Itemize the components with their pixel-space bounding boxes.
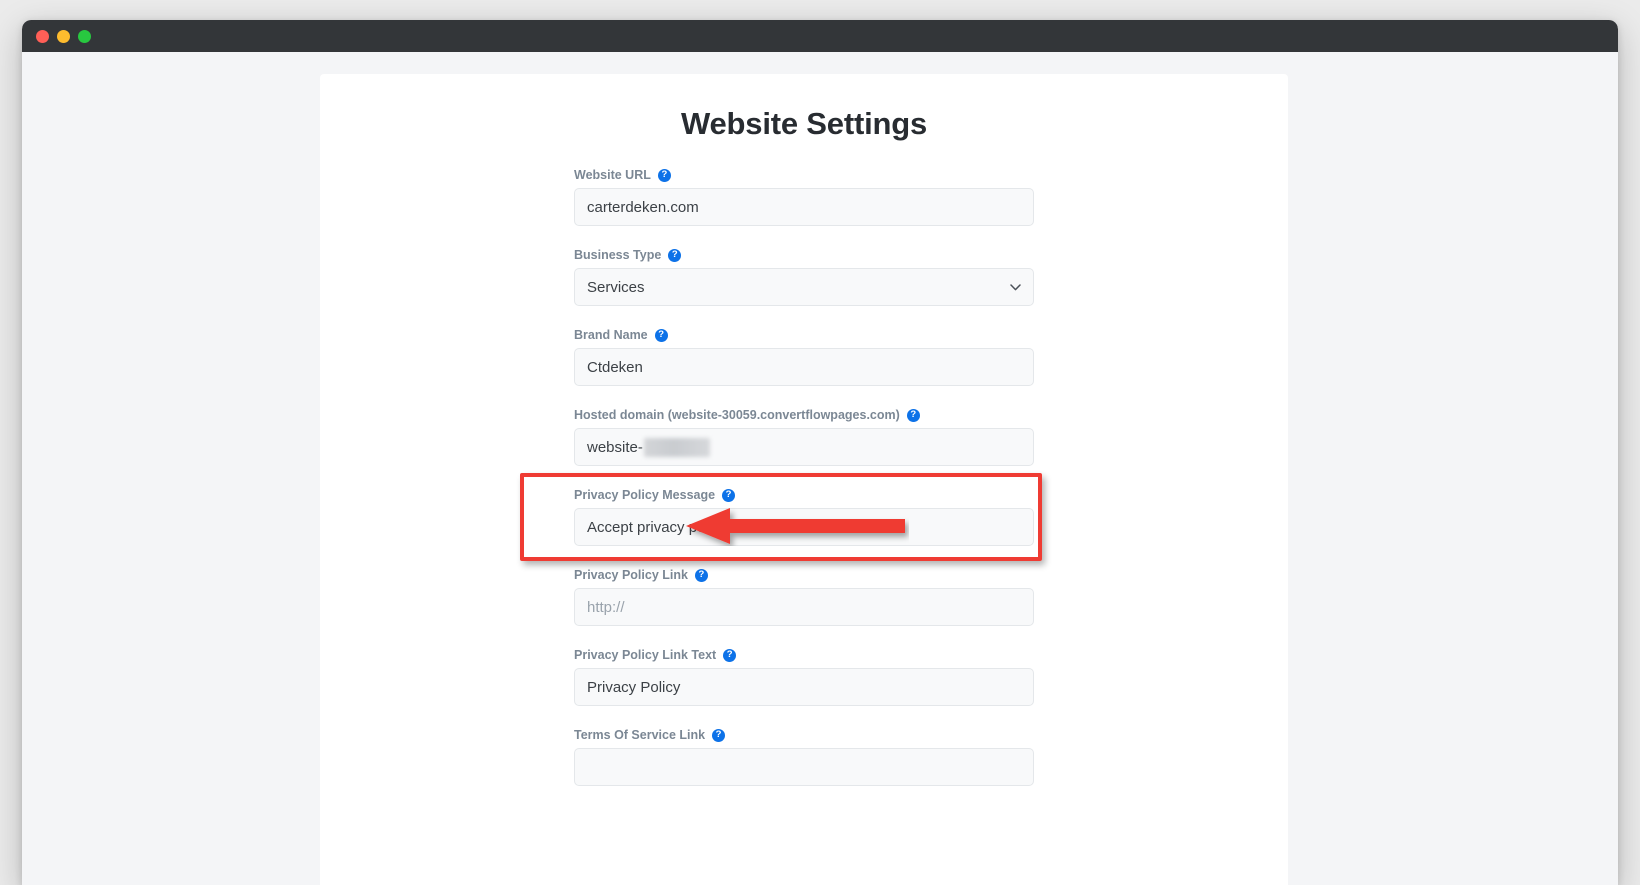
privacy-policy-link-input[interactable]: http:// <box>574 588 1034 626</box>
help-icon-brand-name[interactable]: ? <box>654 328 668 342</box>
help-icon-terms-of-service-link[interactable]: ? <box>712 728 726 742</box>
page-title: Website Settings <box>681 106 927 141</box>
close-window-button[interactable] <box>36 29 49 43</box>
label-text-privacy-policy-link: Privacy Policy Link <box>574 568 688 582</box>
browser-window: Website Settings Website URL ? carterdek… <box>22 20 1618 885</box>
label-hosted-domain: Hosted domain (website-30059.convertflow… <box>574 408 1034 422</box>
website-settings-form: Website URL ? carterdeken.com Business T… <box>320 142 1288 786</box>
label-terms-of-service-link: Terms Of Service Link ? <box>574 728 1034 742</box>
help-icon-website-url[interactable]: ? <box>657 168 671 182</box>
label-text-brand-name: Brand Name <box>574 328 648 342</box>
settings-card: Website Settings Website URL ? carterdek… <box>320 74 1288 885</box>
label-text-privacy-policy-link-text: Privacy Policy Link Text <box>574 648 717 662</box>
privacy-policy-message-input[interactable]: Accept privacy policy and terms of servi… <box>574 508 1034 546</box>
privacy-policy-link-text-input[interactable]: Privacy Policy <box>574 668 1034 706</box>
maximize-window-button[interactable] <box>78 29 91 43</box>
label-privacy-policy-message: Privacy Policy Message ? <box>574 488 1034 502</box>
label-text-business-type: Business Type <box>574 248 662 262</box>
help-icon-business-type[interactable]: ? <box>668 248 682 262</box>
terms-of-service-link-input[interactable] <box>574 748 1034 786</box>
label-text-privacy-policy-message: Privacy Policy Message <box>574 488 716 502</box>
help-icon-privacy-policy-link-text[interactable]: ? <box>723 648 737 662</box>
field-group-website-url: Website URL ? carterdeken.com <box>574 168 1034 226</box>
brand-name-input[interactable]: Ctdeken <box>574 348 1034 386</box>
help-icon-privacy-policy-message[interactable]: ? <box>722 488 736 502</box>
website-url-input[interactable]: carterdeken.com <box>574 188 1034 226</box>
page-viewport[interactable]: Website Settings Website URL ? carterdek… <box>22 52 1618 885</box>
business-type-select-wrapper: Services <box>574 268 1034 306</box>
redacted-value-block <box>643 437 710 457</box>
hosted-domain-input[interactable]: website- <box>574 428 1034 466</box>
field-group-privacy-policy-message: Privacy Policy Message ? Accept privacy … <box>574 488 1034 546</box>
help-icon-hosted-domain[interactable]: ? <box>906 408 920 422</box>
hosted-domain-value: website- <box>587 438 643 456</box>
label-privacy-policy-link: Privacy Policy Link ? <box>574 568 1034 582</box>
traffic-lights <box>36 29 91 43</box>
field-group-hosted-domain: Hosted domain (website-30059.convertflow… <box>574 408 1034 466</box>
window-title-bar <box>22 20 1618 52</box>
field-group-terms-of-service-link: Terms Of Service Link ? <box>574 728 1034 786</box>
desktop-backdrop: Website Settings Website URL ? carterdek… <box>0 0 1640 885</box>
label-brand-name: Brand Name ? <box>574 328 1034 342</box>
label-privacy-policy-link-text: Privacy Policy Link Text ? <box>574 648 1034 662</box>
field-group-privacy-policy-link-text: Privacy Policy Link Text ? Privacy Polic… <box>574 648 1034 706</box>
label-business-type: Business Type ? <box>574 248 1034 262</box>
label-website-url: Website URL ? <box>574 168 1034 182</box>
label-text-terms-of-service-link: Terms Of Service Link <box>574 728 706 742</box>
label-text-website-url: Website URL <box>574 168 651 182</box>
field-group-privacy-policy-link: Privacy Policy Link ? http:// <box>574 568 1034 626</box>
field-group-brand-name: Brand Name ? Ctdeken <box>574 328 1034 386</box>
field-group-business-type: Business Type ? Services <box>574 248 1034 306</box>
business-type-select[interactable]: Services <box>574 268 1034 306</box>
help-icon-privacy-policy-link[interactable]: ? <box>694 568 708 582</box>
label-text-hosted-domain: Hosted domain (website-30059.convertflow… <box>574 408 900 422</box>
minimize-window-button[interactable] <box>57 29 70 43</box>
